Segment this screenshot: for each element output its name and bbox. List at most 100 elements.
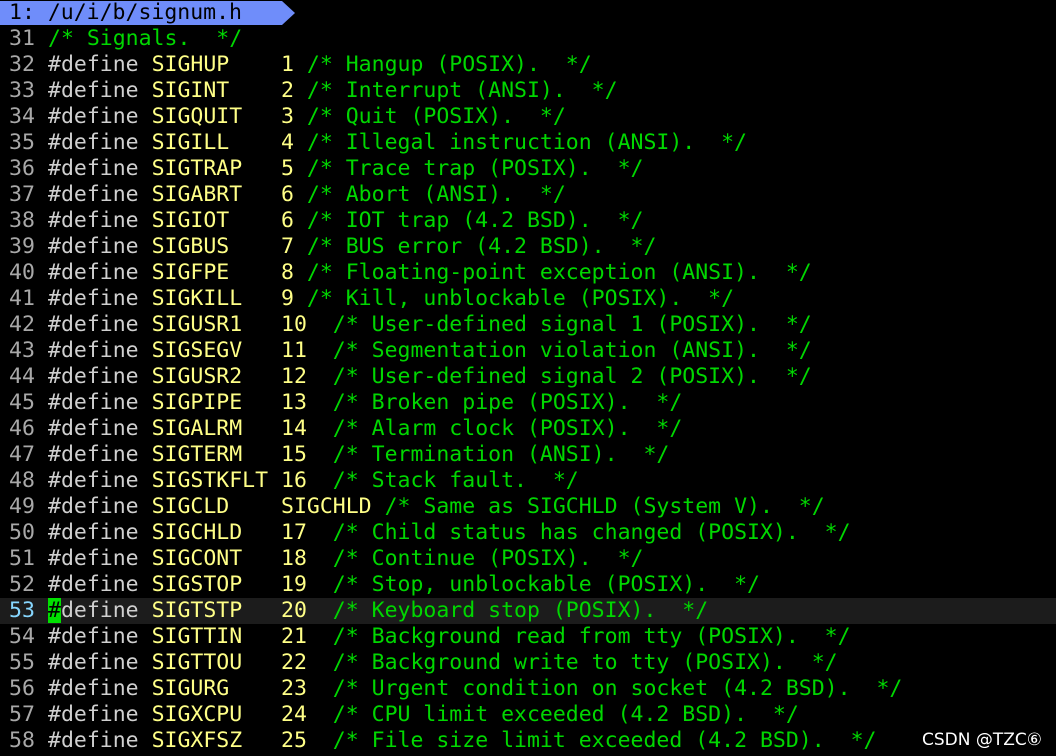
code-line[interactable]: 58 #define SIGXFSZ 25 /* File size limit … <box>0 728 1056 754</box>
macro-value: 22 <box>281 650 320 675</box>
code-line[interactable]: 56 #define SIGURG 23 /* Urgent condition … <box>0 676 1056 702</box>
macro-value: 14 <box>281 416 320 441</box>
code-line[interactable]: 57 #define SIGXCPU 24 /* CPU limit exceed… <box>0 702 1056 728</box>
code-line[interactable]: 31 /* Signals. */ <box>0 26 1056 52</box>
macro-name: SIGALRM <box>151 416 282 441</box>
macro-value: 9 <box>281 286 307 311</box>
code-comment: /* Signals. */ <box>48 26 243 51</box>
code-comment: /* User-defined signal 2 (POSIX). */ <box>319 364 812 389</box>
line-number: 51 <box>9 546 35 571</box>
tab-arrow-icon <box>282 1 295 25</box>
line-number: 33 <box>9 78 35 103</box>
line-number: 37 <box>9 182 35 207</box>
line-content: #define SIGSTKFLT 16 /* Stack fault. */ <box>48 468 579 494</box>
code-comment: /* IOT trap (4.2 BSD). */ <box>306 208 644 233</box>
line-number: 43 <box>9 338 35 363</box>
define-keyword: #define <box>48 260 152 285</box>
define-keyword: define <box>60 598 152 623</box>
define-keyword: #define <box>48 702 152 727</box>
code-comment: /* Trace trap (POSIX). */ <box>306 156 644 181</box>
code-line[interactable]: 33 #define SIGINT 2 /* Interrupt (ANSI). … <box>0 78 1056 104</box>
macro-name: SIGXCPU <box>151 702 282 727</box>
code-line[interactable]: 42 #define SIGUSR1 10 /* User-defined sig… <box>0 312 1056 338</box>
macro-value: 18 <box>281 546 320 571</box>
macro-name: SIGINT <box>151 78 282 103</box>
code-line[interactable]: 45 #define SIGPIPE 13 /* Broken pipe (POS… <box>0 390 1056 416</box>
code-comment: /* Same as SIGCHLD (System V). */ <box>384 494 825 519</box>
code-line[interactable]: 51 #define SIGCONT 18 /* Continue (POSIX)… <box>0 546 1056 572</box>
code-comment: /* File size limit exceeded (4.2 BSD). *… <box>319 728 877 753</box>
macro-name: SIGTSTP <box>151 598 282 623</box>
line-number: 58 <box>9 728 35 753</box>
macro-name: SIGABRT <box>151 182 282 207</box>
line-number: 56 <box>9 676 35 701</box>
macro-name: SIGSEGV <box>151 338 282 363</box>
code-line[interactable]: 52 #define SIGSTOP 19 /* Stop, unblockabl… <box>0 572 1056 598</box>
code-line[interactable]: 39 #define SIGBUS 7 /* BUS error (4.2 BSD… <box>0 234 1056 260</box>
code-comment: /* Illegal instruction (ANSI). */ <box>306 130 748 155</box>
line-number: 47 <box>9 442 35 467</box>
code-line[interactable]: 49 #define SIGCLD SIGCHLD /* Same as SIGC… <box>0 494 1056 520</box>
line-content: #define SIGINT 2 /* Interrupt (ANSI). */ <box>48 78 618 104</box>
line-number: 34 <box>9 104 35 129</box>
code-line[interactable]: 50 #define SIGCHLD 17 /* Child status has… <box>0 520 1056 546</box>
code-line[interactable]: 44 #define SIGUSR2 12 /* User-defined sig… <box>0 364 1056 390</box>
macro-value: 4 <box>281 130 307 155</box>
code-comment: /* Quit (POSIX). */ <box>306 104 566 129</box>
buffer-tab[interactable]: 1: /u/i/b/signum.h <box>0 1 282 25</box>
define-keyword: #define <box>48 130 152 155</box>
define-keyword: #define <box>48 104 152 129</box>
define-keyword: #define <box>48 650 152 675</box>
code-comment: /* Child status has changed (POSIX). */ <box>319 520 851 545</box>
macro-value: 13 <box>281 390 320 415</box>
line-content: #define SIGILL 4 /* Illegal instruction … <box>48 130 747 156</box>
macro-value: 7 <box>281 234 307 259</box>
code-line[interactable]: 46 #define SIGALRM 14 /* Alarm clock (POS… <box>0 416 1056 442</box>
macro-value: 20 <box>281 598 320 623</box>
macro-value: 15 <box>281 442 320 467</box>
line-content: #define SIGTSTP 20 /* Keyboard stop (POS… <box>48 598 708 624</box>
line-content: #define SIGCHLD 17 /* Child status has c… <box>48 520 851 546</box>
line-number: 41 <box>9 286 35 311</box>
macro-name: SIGQUIT <box>151 104 282 129</box>
code-line[interactable]: 38 #define SIGIOT 6 /* IOT trap (4.2 BSD)… <box>0 208 1056 234</box>
code-line[interactable]: 47 #define SIGTERM 15 /* Termination (ANS… <box>0 442 1056 468</box>
line-content: #define SIGQUIT 3 /* Quit (POSIX). */ <box>48 104 566 130</box>
code-comment: /* Background write to tty (POSIX). */ <box>319 650 838 675</box>
macro-name: SIGBUS <box>151 234 282 259</box>
code-comment: /* User-defined signal 1 (POSIX). */ <box>319 312 812 337</box>
code-line[interactable]: 34 #define SIGQUIT 3 /* Quit (POSIX). */ <box>0 104 1056 130</box>
line-number: 50 <box>9 520 35 545</box>
define-keyword: #define <box>48 234 152 259</box>
code-line[interactable]: 48 #define SIGSTKFLT 16 /* Stack fault. *… <box>0 468 1056 494</box>
macro-name: SIGSTOP <box>151 572 282 597</box>
code-line[interactable]: 55 #define SIGTTOU 22 /* Background write… <box>0 650 1056 676</box>
code-line[interactable]: 40 #define SIGFPE 8 /* Floating-point exc… <box>0 260 1056 286</box>
macro-name: SIGTRAP <box>151 156 282 181</box>
define-keyword: #define <box>48 78 152 103</box>
code-comment: /* Floating-point exception (ANSI). */ <box>306 260 812 285</box>
code-line[interactable]: 41 #define SIGKILL 9 /* Kill, unblockable… <box>0 286 1056 312</box>
define-keyword: #define <box>48 468 152 493</box>
macro-name: SIGPIPE <box>151 390 282 415</box>
line-number: 44 <box>9 364 35 389</box>
macro-name: SIGCHLD <box>151 520 282 545</box>
code-line[interactable]: 37 #define SIGABRT 6 /* Abort (ANSI). */ <box>0 182 1056 208</box>
code-comment: /* Urgent condition on socket (4.2 BSD).… <box>319 676 903 701</box>
code-line[interactable]: 36 #define SIGTRAP 5 /* Trace trap (POSIX… <box>0 156 1056 182</box>
code-comment: /* Kill, unblockable (POSIX). */ <box>306 286 735 311</box>
line-number: 57 <box>9 702 35 727</box>
macro-value: 19 <box>281 572 320 597</box>
code-line[interactable]: 32 #define SIGHUP 1 /* Hangup (POSIX). */ <box>0 52 1056 78</box>
code-line-current[interactable]: 53 #define SIGTSTP 20 /* Keyboard stop (P… <box>0 598 1056 624</box>
line-content: #define SIGXCPU 24 /* CPU limit exceeded… <box>48 702 799 728</box>
line-number: 54 <box>9 624 35 649</box>
code-comment: /* Segmentation violation (ANSI). */ <box>319 338 812 363</box>
line-content: #define SIGIOT 6 /* IOT trap (4.2 BSD). … <box>48 208 643 234</box>
code-line[interactable]: 43 #define SIGSEGV 11 /* Segmentation vio… <box>0 338 1056 364</box>
editor-buffer[interactable]: 31/* Signals. */32 #define SIGHUP 1 /* Ha… <box>0 26 1056 754</box>
macro-name: SIGTERM <box>151 442 282 467</box>
code-line[interactable]: 54 #define SIGTTIN 21 /* Background read … <box>0 624 1056 650</box>
code-line[interactable]: 35 #define SIGILL 4 /* Illegal instructio… <box>0 130 1056 156</box>
macro-value: 25 <box>281 728 320 753</box>
